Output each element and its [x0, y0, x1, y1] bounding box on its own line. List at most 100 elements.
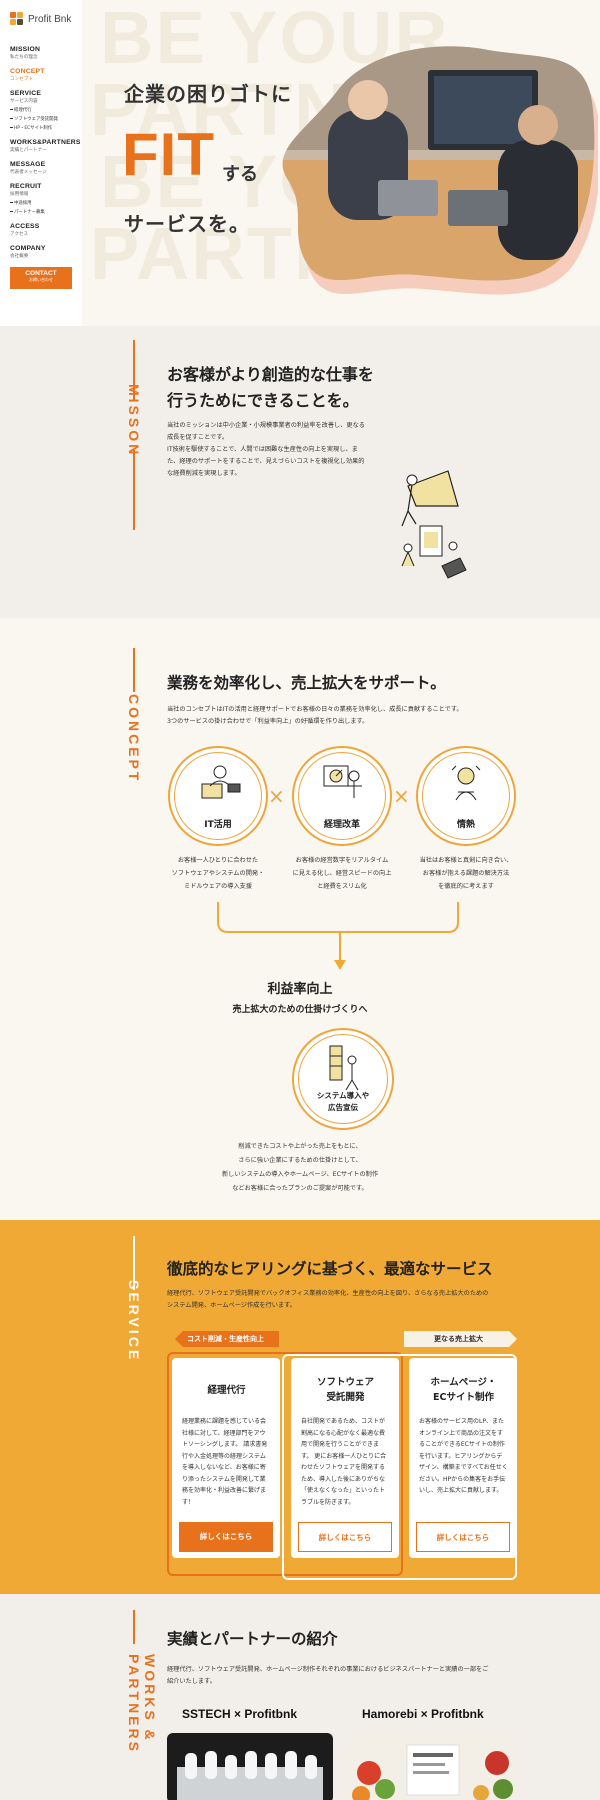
concept-section: CONCEPT 業務を効率化し、売上拡大をサポート。 当社のコンセプトはITの活…	[0, 618, 600, 1220]
concept-connector-lines	[217, 902, 459, 970]
service-detail-button[interactable]: 詳しくはこちら	[298, 1522, 392, 1552]
mission-title-line: お客様がより創造的な仕事を	[167, 365, 374, 384]
nav-subitem[interactable]: 経理代行	[10, 107, 74, 113]
result-circle-line: システム導入や	[316, 1091, 370, 1100]
concept-description-line: に見える化し、経営スピードの向上	[292, 870, 392, 877]
service-card-body: お客様のサービス用のLP、またオンライン上で商品の注文をすることができるECサイ…	[419, 1418, 508, 1494]
mission-title: お客様がより創造的な仕事を 行うためにできることを。	[167, 362, 374, 414]
result-circle: システム導入や 広告宣伝	[292, 1028, 394, 1130]
nav-item-message[interactable]: MESSAGE 代表者メッセージ	[10, 161, 74, 175]
mission-text-line: IT技術を駆使することで、人間では困難な生産性の向上を実現し、ま	[167, 446, 358, 453]
hero: BE YOUR PARTNER BE YOUR PARTNER 企業の困りゴトに…	[82, 0, 600, 326]
nav-subitem[interactable]: 中途採用	[10, 200, 74, 206]
nav-item-sublabel: サービス内容	[10, 99, 38, 104]
result-subtitle: 売上拡大のための仕掛けづくりへ	[232, 1005, 368, 1015]
contact-button[interactable]: CONTACT お問い合わせ	[10, 267, 72, 289]
nav-item-label: RECRUIT	[10, 183, 42, 190]
nav-item-label: ACCESS	[10, 223, 40, 230]
works-label: WORKS & PARTNERS	[126, 1654, 158, 1754]
contact-button-sublabel: お問い合わせ	[29, 277, 53, 282]
concept-text: 当社のコンセプトはITの活用と経理サポートでお客様の日々の業務を効率化し、成長に…	[167, 704, 463, 728]
nav-item-works-partners[interactable]: WORKS&PARTNERS 実績とパートナー	[10, 139, 80, 153]
result-text-line: さらに強い企業にするための仕掛けとして、	[238, 1157, 362, 1164]
result-text: 削減できたコストや上がった売上をもとに、 さらに強い企業にするための仕掛けとして…	[0, 1140, 600, 1196]
logo-text: Profit Bnk	[28, 13, 72, 25]
logo[interactable]: Profit Bnk	[10, 12, 74, 26]
partner-title-sstech: SSTECH × Profitbnk	[182, 1707, 298, 1721]
nav-item-recruit[interactable]: RECRUIT 採用情報中途採用パートナー募集	[10, 183, 74, 215]
sidebar: Profit Bnk MISSION 私たちの理念 CONCEPT コンセプト SERV…	[0, 0, 82, 326]
concept-description-line: ソフトウェアやシステムの開発・	[171, 870, 265, 877]
service-text-line: システム開発、ホームページ作成を行います。	[167, 1302, 296, 1309]
hero-team-photo	[282, 46, 598, 295]
nav-item-concept[interactable]: CONCEPT コンセプト	[10, 68, 74, 82]
nav-item-sublabel: 私たちの理念	[10, 55, 38, 60]
concept-description-line: 当社はお客様と真剣に向き合い、	[419, 857, 513, 864]
mission-text-line: な経費削減を実現します。	[167, 470, 241, 477]
nav-item-label: SERVICE	[10, 90, 42, 97]
nav-item-access[interactable]: ACCESS アクセス	[10, 223, 74, 237]
service-card: ホームページ・ ECサイト制作お客様のサービス用のLP、またオンライン上で商品の…	[409, 1358, 517, 1558]
service-card-body: 経理業務に課題を感じている会社様に対して、経理部門をアウトソーシングします。 請…	[182, 1418, 268, 1506]
concept-circle: IT活用	[168, 746, 268, 846]
concept-circle-label: IT活用	[204, 820, 232, 830]
concept-text-line: 3つのサービスの掛け合わせで「利益率向上」の好循環を作り出します。	[167, 718, 369, 725]
concept-description-line: を徹底的に考えます	[438, 883, 494, 890]
concept-circle-label: 経理改革	[323, 820, 360, 830]
tag-sales-expansion: 更なる売上拡大	[404, 1331, 517, 1347]
nav-list: MISSION 私たちの理念 CONCEPT コンセプト SERVICE サービス内容経理…	[10, 46, 80, 259]
works-text-line: 経理代行、ソフトウェア受託開発、ホームページ制作それぞれの事業におけるビジネスパ…	[167, 1666, 489, 1673]
concept-description-line: お客様一人ひとりに合わせた	[177, 857, 259, 864]
service-detail-button[interactable]: 詳しくはこちら	[179, 1522, 273, 1552]
concept-description-line: ミドルウェアの導入支援	[183, 883, 253, 890]
service-card: ソフトウェア 受託開発 自社開発であるため、コストが割高になる心配がなく最適な費用…	[291, 1358, 399, 1558]
partner-image-sstech[interactable]	[167, 1733, 333, 1800]
result-text-line: 削減できたコストや上がった売上をもとに、	[238, 1143, 362, 1150]
concept-text-line: 当社のコンセプトはITの活用と経理サポートでお客様の日々の業務を効率化し、成長に…	[167, 706, 463, 713]
works-title: 実績とパートナーの紹介	[167, 1630, 338, 1648]
nav-subitem[interactable]: ソフトウェア受託開発	[10, 116, 74, 122]
mission-text-line: た、経理のサポートをすることで、見えづらいコストを複視化し効果的	[167, 458, 365, 465]
result-circle-label: システム導入や 広告宣伝	[294, 1090, 392, 1114]
mission-illustration	[401, 470, 467, 579]
nav-item-sublabel: 実績とパートナー	[10, 148, 47, 153]
sstech-photo	[167, 1733, 333, 1800]
nav-item-label: CONCEPT	[10, 68, 45, 75]
result-title: 利益率向上	[267, 982, 333, 997]
nav-item-service[interactable]: SERVICE サービス内容経理代行ソフトウェア受託開発 HP・ECサイト制作	[10, 90, 74, 131]
hero-heading-line1: 企業の困りゴトに	[124, 82, 292, 106]
service-text-line: 経理代行、ソフトウェア受託開発でバックオフィス業務の効率化、生産性の向上を図り、…	[167, 1290, 489, 1297]
partner-image-hamorebi[interactable]	[347, 1733, 517, 1800]
mission-title-line: 行うためにできることを。	[167, 391, 359, 410]
works-rule-top	[133, 1610, 135, 1644]
system-ad-illustration	[329, 1045, 359, 1091]
mission-text-line: 成長を促すことです。	[167, 434, 229, 441]
concept-label: CONCEPT	[126, 694, 142, 784]
service-section: SERVICE 徹底的なヒアリングに基づく、最適なサービス 経理代行、ソフトウェ…	[0, 1220, 600, 1594]
nav-item-sublabel: 採用情報	[10, 192, 29, 197]
concept-illustration	[451, 765, 481, 801]
nav-item-mission[interactable]: MISSION 私たちの理念	[10, 46, 74, 60]
service-card: 経理代行 経理業務に課題を感じている会社様に対して、経理部門をアウトソーシングしま…	[172, 1358, 280, 1558]
concept-description-line: お客様が抱える課題の解決方法	[422, 870, 510, 877]
concept-circle-description: 当社はお客様と真剣に向き合い、 お客様が抱える課題の解決方法 を徹底的に考えます	[401, 854, 531, 893]
hero-heading-line3: サービスを。	[124, 212, 250, 236]
times-icon: ×	[268, 784, 285, 808]
works-section: WORKS & PARTNERS 実績とパートナーの紹介 経理代行、ソフトウェア…	[0, 1594, 600, 1800]
nav-item-company[interactable]: COMPANY 会社概要	[10, 245, 74, 259]
works-text: 経理代行、ソフトウェア受託開発、ホームページ制作それぞれの事業におけるビジネスパ…	[167, 1664, 488, 1688]
concept-title: 業務を効率化し、売上拡大をサポート。	[167, 674, 446, 692]
service-card-title: ソフトウェア 受託開発	[316, 1377, 374, 1403]
works-text-line: 紹介いたします。	[167, 1678, 216, 1685]
service-card-title: ホームページ・ ECサイト制作	[430, 1377, 497, 1403]
mission-label: MISSON	[126, 384, 142, 458]
concept-illustration	[323, 765, 362, 798]
hamorebi-photo	[347, 1733, 517, 1800]
service-detail-button[interactable]: 詳しくはこちら	[416, 1522, 510, 1552]
concept-circle: 情熱	[416, 746, 516, 846]
nav-item-sublabel: コンセプト	[10, 77, 33, 82]
nav-subitem[interactable]: パートナー募集	[10, 209, 74, 215]
mission-text: 当社のミッションは中小企業・小規模事業者の利益率を改善し、更なる 成長を促すこと…	[167, 420, 365, 480]
nav-item-label: MESSAGE	[10, 161, 46, 168]
nav-subitem[interactable]: HP・ECサイト制作	[10, 125, 74, 131]
